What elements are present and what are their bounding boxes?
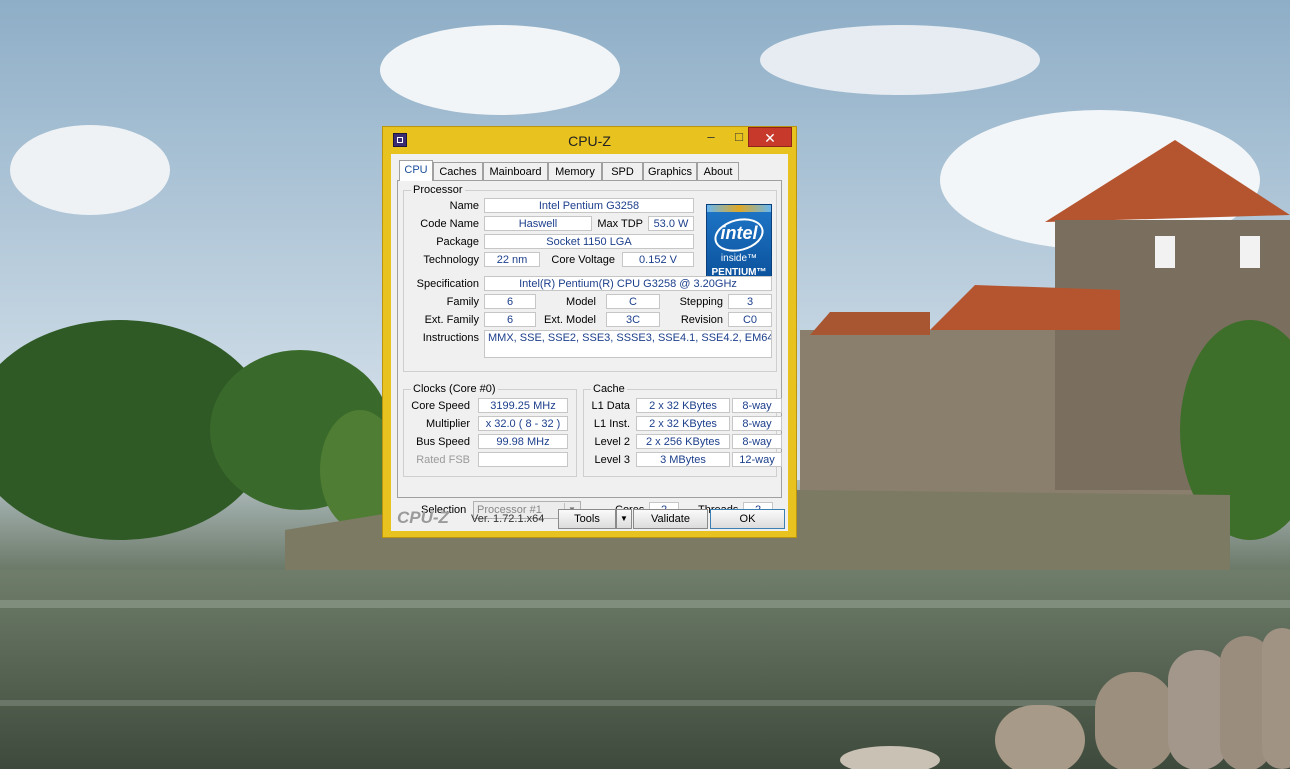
cache-l1-data-assoc: 8-way [732, 398, 782, 413]
cache-group: Cache L1 Data 2 x 32 KBytes 8-way L1 Ins… [583, 383, 782, 477]
instructions-value: MMX, SSE, SSE2, SSE3, SSSE3, SSE4.1, SSE… [484, 330, 772, 358]
core-voltage-label: Core Voltage [551, 254, 615, 266]
cache-level3-size: 3 MBytes [636, 452, 730, 467]
core-voltage-value: 0.152 V [622, 252, 694, 267]
tab-memory[interactable]: Memory [548, 162, 602, 180]
cache-l1-data-label: L1 Data [591, 400, 630, 412]
cache-level3-assoc: 12-way [732, 452, 782, 467]
tab-spd[interactable]: SPD [602, 162, 643, 180]
family-value: 6 [484, 294, 536, 309]
stepping-label: Stepping [679, 296, 723, 308]
cache-level3-label: Level 3 [594, 454, 630, 466]
ext-family-value: 6 [484, 312, 536, 327]
ext-model-label: Ext. Model [544, 314, 596, 326]
client-area: CPU Caches Mainboard Memory SPD Graphics… [391, 154, 788, 531]
name-label: Name [449, 200, 479, 212]
bus-speed-label: Bus Speed [416, 436, 470, 448]
rated-fsb-value [478, 452, 568, 467]
cache-l1-data-size: 2 x 32 KBytes [636, 398, 730, 413]
clocks-legend: Clocks (Core #0) [411, 383, 498, 395]
title-bar[interactable]: CPU-Z – □ ✕ [383, 127, 796, 153]
cache-legend: Cache [591, 383, 627, 395]
family-label: Family [446, 296, 479, 308]
multiplier-label: Multiplier [425, 418, 470, 430]
tab-mainboard[interactable]: Mainboard [483, 162, 548, 180]
code-name-label: Code Name [420, 218, 479, 230]
cache-level2-label: Level 2 [594, 436, 630, 448]
cache-l1-inst-label: L1 Inst. [593, 418, 630, 430]
revision-label: Revision [680, 314, 723, 326]
ext-model-value: 3C [606, 312, 660, 327]
instructions-label: Instructions [422, 332, 479, 344]
close-button[interactable]: ✕ [748, 127, 792, 147]
stepping-value: 3 [728, 294, 772, 309]
logo-strip [707, 205, 771, 212]
cpu-z-window: CPU-Z – □ ✕ CPU Caches Mainboard Memory … [382, 126, 797, 538]
max-tdp-value: 53.0 W [648, 216, 694, 231]
cache-level2-size: 2 x 256 KBytes [636, 434, 730, 449]
code-name-value: Haswell [484, 216, 592, 231]
logo-brand: intel [720, 223, 758, 243]
model-value: C [606, 294, 660, 309]
rated-fsb-label: Rated FSB [416, 454, 470, 466]
tab-graphics[interactable]: Graphics [643, 162, 697, 180]
cache-l1-inst-assoc: 8-way [732, 416, 782, 431]
core-speed-value: 3199.25 MHz [478, 398, 568, 413]
processor-legend: Processor [411, 184, 465, 196]
clocks-group: Clocks (Core #0) Core Speed 3199.25 MHz … [403, 383, 577, 477]
validate-button[interactable]: Validate [633, 509, 708, 529]
package-label: Package [436, 236, 479, 248]
minimize-button[interactable]: – [698, 127, 724, 147]
model-label: Model [566, 296, 596, 308]
tab-caches[interactable]: Caches [433, 162, 483, 180]
cpu-tab-panel: Processor Name Intel Pentium G3258 Code … [397, 180, 782, 498]
name-value: Intel Pentium G3258 [484, 198, 694, 213]
max-tdp-label: Max TDP [597, 218, 643, 230]
revision-value: C0 [728, 312, 772, 327]
multiplier-value: x 32.0 ( 8 - 32 ) [478, 416, 568, 431]
ok-button[interactable]: OK [710, 509, 785, 529]
processor-group: Processor Name Intel Pentium G3258 Code … [403, 184, 777, 372]
package-value: Socket 1150 LGA [484, 234, 694, 249]
ext-family-label: Ext. Family [424, 314, 479, 326]
specification-value: Intel(R) Pentium(R) CPU G3258 @ 3.20GHz [484, 276, 772, 291]
technology-value: 22 nm [484, 252, 540, 267]
cpu-z-brand: CPU-Z [397, 508, 449, 527]
cache-l1-inst-size: 2 x 32 KBytes [636, 416, 730, 431]
footer-bar: CPU-Z Ver. 1.72.1.x64 Tools ▼ Validate O… [391, 505, 788, 533]
tab-cpu[interactable]: CPU [399, 160, 433, 181]
intel-pentium-logo: intel inside™ PENTIUM™ [706, 204, 772, 284]
specification-label: Specification [416, 278, 479, 290]
tab-about[interactable]: About [697, 162, 739, 180]
core-speed-label: Core Speed [411, 400, 470, 412]
version-label: Ver. 1.72.1.x64 [471, 513, 545, 525]
bus-speed-value: 99.98 MHz [478, 434, 568, 449]
cache-level2-assoc: 8-way [732, 434, 782, 449]
technology-label: Technology [423, 254, 479, 266]
tools-dropdown-button[interactable]: ▼ [616, 509, 632, 529]
tools-button[interactable]: Tools [558, 509, 616, 529]
logo-inside: inside™ [720, 253, 758, 264]
